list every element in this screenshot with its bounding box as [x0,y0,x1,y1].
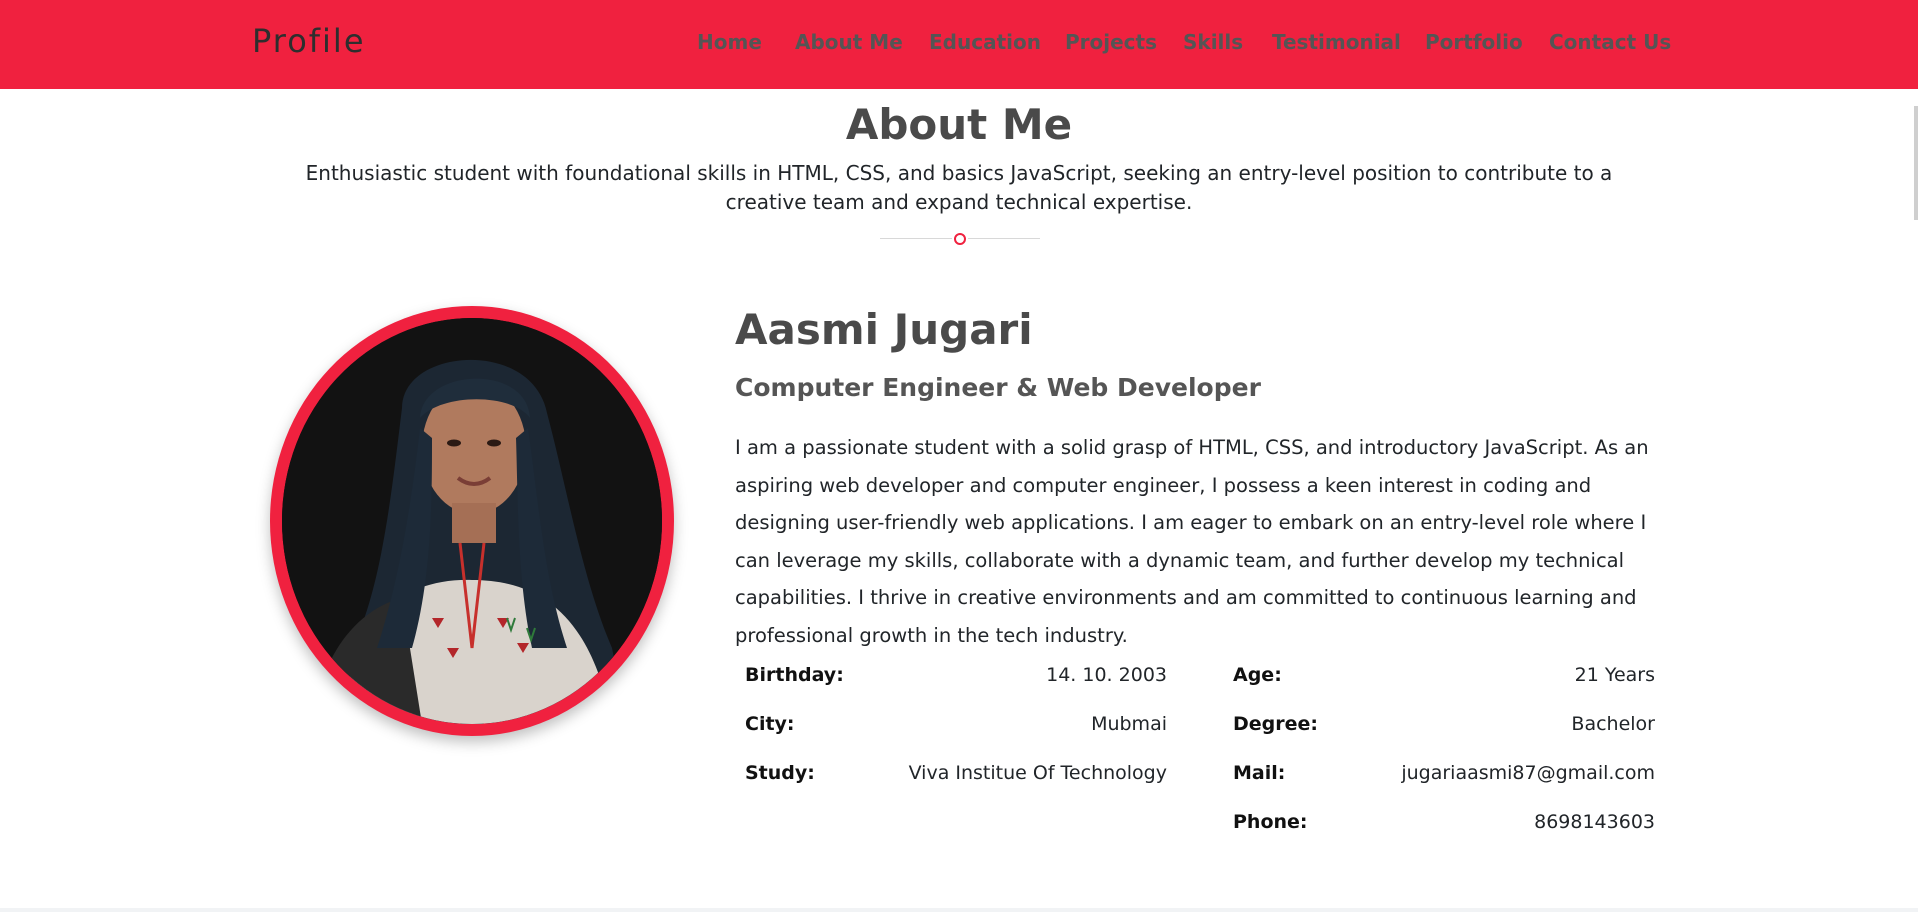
nav-testimonial[interactable]: Testimonial [1272,30,1401,54]
info-row-mail: Mail: jugariaasmi87@gmail.com [1223,758,1655,807]
info-value: 14. 10. 2003 [1046,664,1167,686]
info-row-phone: Phone: 8698143603 [1223,807,1655,856]
info-label: Phone: [1233,811,1308,833]
profile-bio: I am a passionate student with a solid g… [735,436,1649,647]
section-divider [880,232,1040,246]
info-value: 21 Years [1574,664,1655,686]
nav-about-me[interactable]: About Me [795,30,903,54]
info-label: Age: [1233,664,1282,686]
info-value: Viva Institue Of Technology [908,762,1167,784]
info-value-phone[interactable]: 8698143603 [1534,811,1655,833]
profile-photo-frame [270,306,674,736]
info-row-age: Age: 21 Years [1223,660,1655,709]
section-title: About Me [845,100,1073,149]
info-row-birthday: Birthday: 14. 10. 2003 [735,660,1167,709]
person-portrait-icon [282,318,662,724]
nav-contact-us[interactable]: Contact Us [1549,30,1671,54]
info-label: Mail: [1233,762,1286,784]
profile-photo [282,318,662,724]
nav-education[interactable]: Education [929,30,1041,54]
info-row-degree: Degree: Bachelor [1223,709,1655,758]
info-value: Bachelor [1571,713,1655,735]
info-label: Birthday: [745,664,844,686]
nav-portfolio[interactable]: Portfolio [1425,30,1523,54]
nav-home[interactable]: Home [697,30,762,54]
info-label: Study: [745,762,815,784]
profile-name: Aasmi Jugari [735,305,1033,354]
divider-line-right [968,238,1040,239]
navbar: Profile Home About Me Education Projects… [0,0,1918,89]
nav-projects[interactable]: Projects [1065,30,1157,54]
info-value: Mubmai [1091,713,1167,735]
divider-line-left [880,238,952,239]
info-row-city: City: Mubmai [735,709,1167,758]
divider-circle-icon [954,233,966,245]
info-list-left: Birthday: 14. 10. 2003 City: Mubmai Stud… [735,660,1167,807]
profile-role: Computer Engineer & Web Developer [735,373,1261,402]
brand-logo[interactable]: Profile [252,22,366,60]
section-bottom-border [0,908,1918,912]
info-value-email[interactable]: jugariaasmi87@gmail.com [1401,762,1655,784]
info-list-right: Age: 21 Years Degree: Bachelor Mail: jug… [1223,660,1655,856]
nav-skills[interactable]: Skills [1183,30,1243,54]
section-subtitle: Enthusiastic student with foundational s… [305,161,1613,214]
info-row-study: Study: Viva Institue Of Technology [735,758,1167,807]
info-label: City: [745,713,795,735]
info-label: Degree: [1233,713,1318,735]
